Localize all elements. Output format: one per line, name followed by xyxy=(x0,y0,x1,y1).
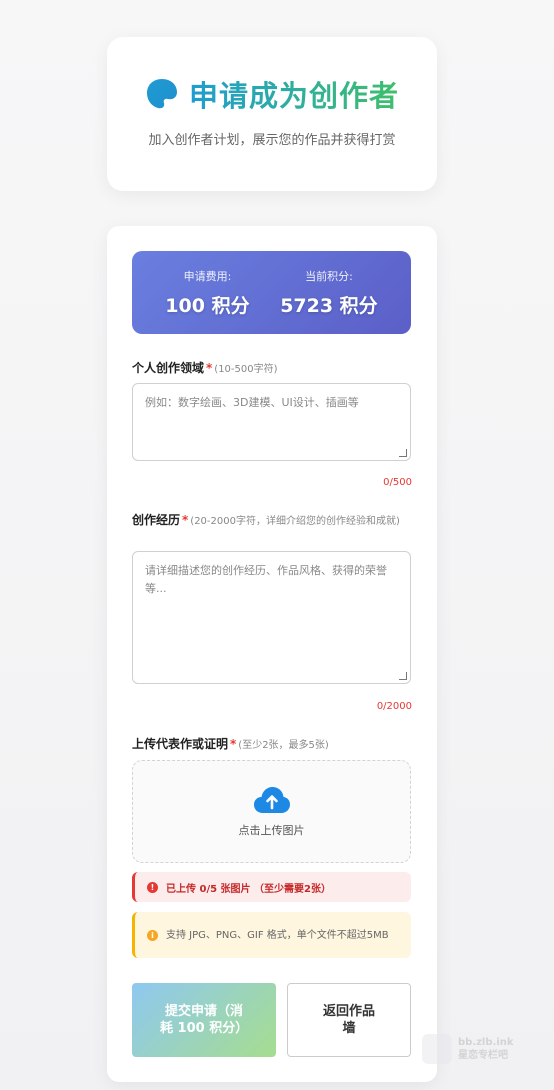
format-info-alert: i 支持 JPG、PNG、GIF 格式，单个文件不超过5MB xyxy=(132,912,411,958)
application-form: 申请费用: 100 积分 当前积分: 5723 积分 个人创作领域 * (10-50… xyxy=(107,226,437,1082)
upload-prompt: 点击上传图片 xyxy=(238,824,305,837)
domain-textarea[interactable]: 例如：数字绘画、3D建模、UI设计、插画等 xyxy=(132,383,411,461)
domain-hint: (10-500字符) xyxy=(214,364,278,375)
upload-count-alert: ! 已上传 0/5 张图片 （至少需要2张） xyxy=(132,872,411,902)
fee-block: 申请费用: 100 积分 xyxy=(165,268,249,318)
resize-handle[interactable] xyxy=(399,672,407,680)
header-card: 申请成为创作者 加入创作者计划，展示您的作品并获得打赏 xyxy=(107,37,437,191)
page-title: 申请成为创作者 xyxy=(189,73,399,115)
image-upload-zone[interactable]: 点击上传图片 xyxy=(132,760,411,863)
back-to-gallery-button[interactable]: 返回作品墙 xyxy=(287,983,411,1057)
required-mark: * xyxy=(230,737,237,751)
info-warning-icon: i xyxy=(147,929,158,941)
domain-placeholder: 例如：数字绘画、3D建模、UI设计、插画等 xyxy=(145,396,359,409)
domain-field-label: 个人创作领域 * (10-500字符) xyxy=(132,360,412,378)
experience-field-label: 创作经历 * (20-2000字符，详细介绍您的创作经验和成就) xyxy=(132,512,412,530)
experience-textarea[interactable]: 请详细描述您的创作经历、作品风格、获得的荣誉等... xyxy=(132,551,411,684)
format-info-text: 支持 JPG、PNG、GIF 格式，单个文件不超过5MB xyxy=(166,929,389,941)
current-points-value: 5723 积分 xyxy=(280,294,378,317)
upload-hint: (至少2张，最多5张) xyxy=(238,740,329,751)
alert-error-icon: ! xyxy=(147,881,158,893)
watermark-line2: 星恋专栏吧 xyxy=(458,1050,508,1061)
fee-value: 100 积分 xyxy=(165,294,250,317)
watermark-line1: bb.zlb.ink xyxy=(458,1037,514,1048)
fee-label: 申请费用: xyxy=(183,269,232,283)
current-points-block: 当前积分: 5723 积分 xyxy=(280,268,378,318)
site-watermark: bb.zlb.ink 星恋专栏吧 xyxy=(422,1034,514,1064)
upload-count-text: 已上传 0/5 张图片 （至少需要2张） xyxy=(166,883,331,895)
title-row: 申请成为创作者 xyxy=(107,73,437,115)
required-mark: * xyxy=(206,361,213,375)
resize-handle[interactable] xyxy=(399,449,407,457)
points-summary: 申请费用: 100 积分 当前积分: 5723 积分 xyxy=(132,251,411,334)
upload-label-text: 上传代表作或证明 xyxy=(132,737,229,751)
domain-label-text: 个人创作领域 xyxy=(132,361,205,375)
experience-label-text: 创作经历 xyxy=(132,513,181,527)
page-subtitle: 加入创作者计划，展示您的作品并获得打赏 xyxy=(148,133,396,148)
domain-char-counter: 0/500 xyxy=(383,477,412,488)
experience-char-counter: 0/2000 xyxy=(376,701,412,712)
required-mark: * xyxy=(182,513,189,527)
upload-field-label: 上传代表作或证明 * (至少2张，最多5张) xyxy=(132,736,412,754)
cloud-upload-icon xyxy=(253,787,290,813)
watermark-text: bb.zlb.ink 星恋专栏吧 xyxy=(458,1036,514,1062)
watermark-logo xyxy=(422,1034,452,1064)
current-points-label: 当前积分: xyxy=(305,269,353,283)
submit-application-button[interactable]: 提交申请（消耗 100 积分） xyxy=(132,983,276,1057)
palette-icon xyxy=(146,79,177,109)
experience-hint: (20-2000字符，详细介绍您的创作经验和成就) xyxy=(190,516,400,527)
experience-placeholder: 请详细描述您的创作经历、作品风格、获得的荣誉等... xyxy=(145,564,387,595)
